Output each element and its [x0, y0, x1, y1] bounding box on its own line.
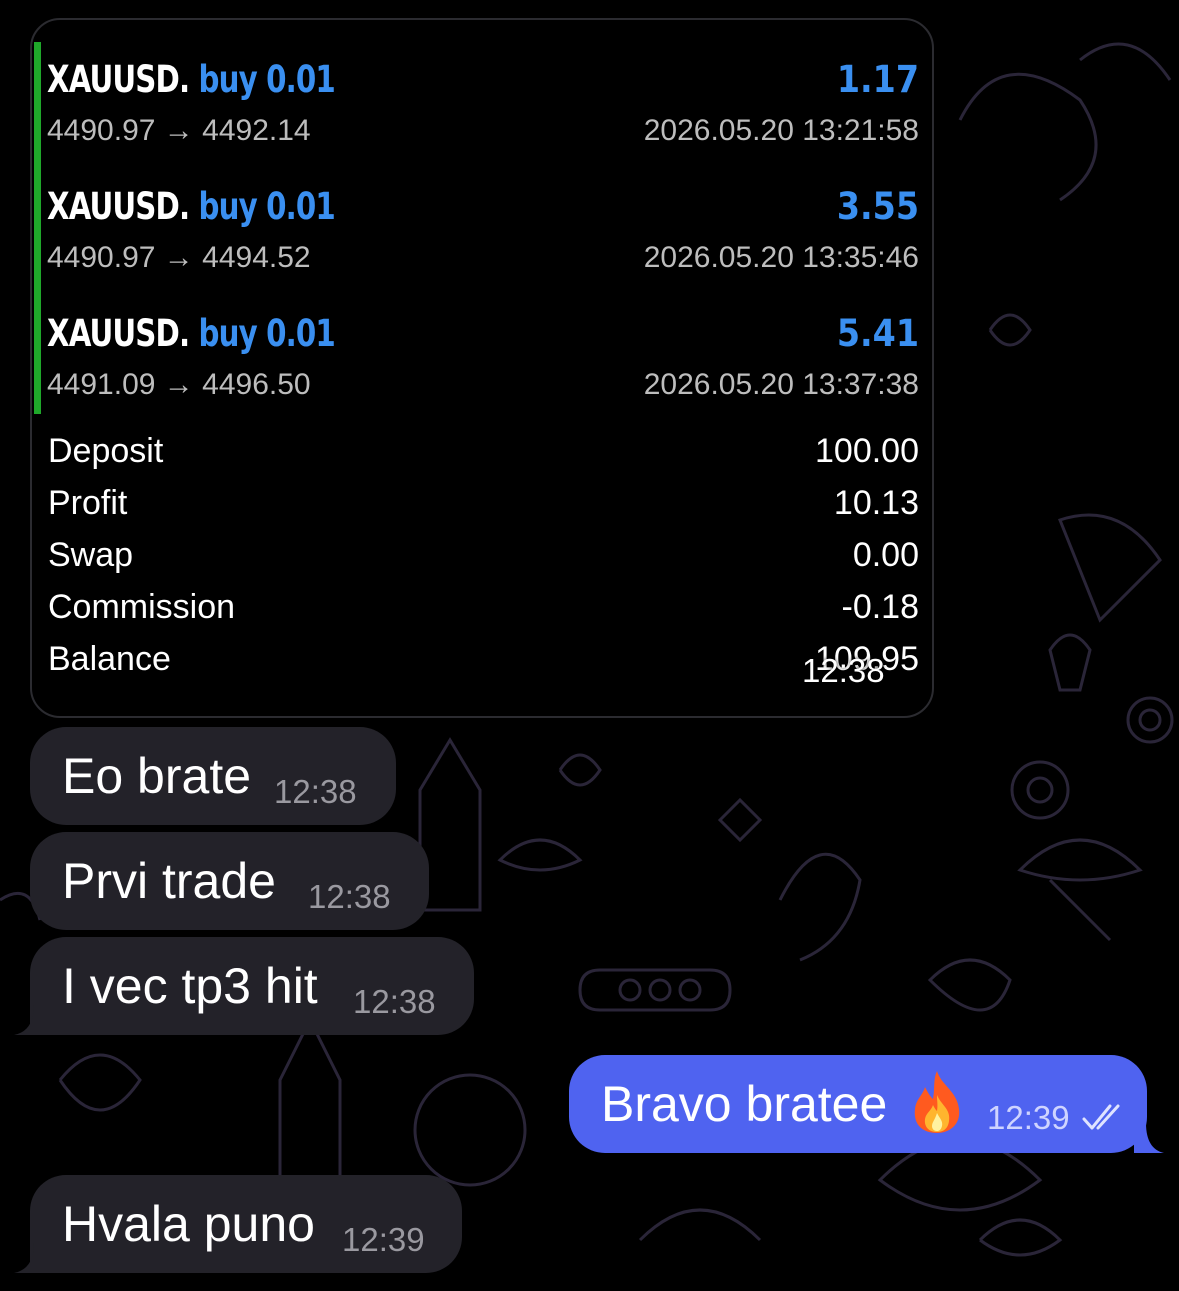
trade-open-price: 4490.97 [47, 114, 156, 147]
message-timestamp: 12:39 [987, 1099, 1070, 1136]
trade-time: 2026.05.20 13:37:38 [643, 368, 919, 401]
trade-pnl: 1.17 [836, 58, 919, 101]
incoming-message[interactable]: Prvi trade 12:38 [30, 832, 429, 930]
bubble-tail [1134, 1123, 1164, 1153]
message-timestamp: 12:39 [342, 1221, 425, 1258]
trade-symbol: XAUUSD. [47, 185, 190, 228]
fire-icon [914, 1071, 960, 1133]
summary-label: Profit [48, 484, 128, 522]
bubble-tail [14, 1243, 44, 1273]
summary-label: Commission [48, 588, 236, 626]
summary-value: 0.00 [852, 536, 919, 574]
trade-symbol: XAUUSD. [47, 312, 190, 355]
trade-report-image[interactable]: XAUUSD. buy 0.01 1.17 4490.97 → 4492.14 … [30, 18, 934, 718]
message-text: Eo brate [62, 748, 252, 804]
message-timestamp: 12:38 [802, 652, 885, 689]
trade-direction: buy 0.01 [198, 58, 336, 101]
summary-label: Swap [48, 536, 134, 574]
incoming-message[interactable]: Eo brate 12:38 [30, 727, 396, 825]
summary-label: Deposit [48, 432, 164, 470]
trade-close-price: 4496.50 [202, 368, 311, 401]
bubble-tail [14, 1005, 44, 1035]
message-text: Hvala puno [62, 1196, 315, 1252]
summary-row-commission: Commission -0.18 [48, 588, 919, 640]
incoming-message[interactable]: Hvala puno 12:39 [30, 1175, 462, 1273]
arrow-right-icon: → [163, 368, 194, 401]
outgoing-message[interactable]: Bravo bratee 12:39 [569, 1055, 1147, 1153]
trade-pnl: 5.41 [836, 312, 919, 355]
summary-row-profit: Profit 10.13 [48, 484, 919, 536]
message-text: I vec tp3 hit [62, 958, 318, 1014]
summary-value: 10.13 [833, 484, 919, 522]
summary-label: Balance [48, 640, 171, 678]
message-timestamp: 12:38 [353, 983, 436, 1020]
trade-close-price: 4492.14 [202, 114, 311, 147]
trade-row: XAUUSD. buy 0.01 3.55 4490.97 → 4494.52 … [47, 173, 919, 283]
summary-value: -0.18 [841, 588, 920, 626]
message-timestamp: 12:38 [308, 878, 391, 915]
summary-value: 100.00 [815, 432, 919, 470]
trade-direction: buy 0.01 [198, 185, 336, 228]
message-text: Bravo bratee [601, 1076, 888, 1132]
arrow-right-icon: → [163, 241, 194, 274]
trade-direction: buy 0.01 [198, 312, 336, 355]
trade-time: 2026.05.20 13:35:46 [643, 241, 919, 274]
trade-symbol: XAUUSD. [47, 58, 190, 101]
trade-row: XAUUSD. buy 0.01 1.17 4490.97 → 4492.14 … [47, 46, 919, 156]
trade-open-price: 4491.09 [47, 368, 156, 401]
summary-row-swap: Swap 0.00 [48, 536, 919, 588]
incoming-message[interactable]: I vec tp3 hit 12:38 [30, 937, 474, 1035]
trade-close-price: 4494.52 [202, 241, 311, 274]
positions-marker [34, 42, 41, 414]
trade-time: 2026.05.20 13:21:58 [643, 114, 919, 147]
trade-row: XAUUSD. buy 0.01 5.41 4491.09 → 4496.50 … [47, 300, 919, 410]
trade-pnl: 3.55 [836, 185, 919, 228]
message-text: Prvi trade [62, 853, 276, 909]
message-timestamp: 12:38 [274, 773, 357, 810]
trade-open-price: 4490.97 [47, 241, 156, 274]
summary-row-balance: Balance 109.95 [48, 640, 919, 692]
arrow-right-icon: → [163, 114, 194, 147]
summary-row-deposit: Deposit 100.00 [48, 432, 919, 484]
double-check-icon [1082, 1104, 1120, 1130]
